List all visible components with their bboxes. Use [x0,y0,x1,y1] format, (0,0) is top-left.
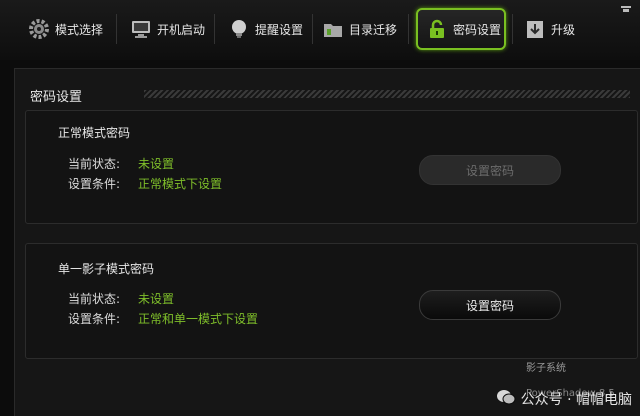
tab-reminder[interactable]: 提醒设置 [228,8,303,50]
tab-label: 提醒设置 [255,22,304,37]
lock-icon [426,18,448,40]
tab-label: 升级 [551,22,576,37]
tab-directory-migration[interactable]: 目录迁移 [322,8,397,50]
divider [312,14,313,44]
watermark: 公众号 · 帽帽电脑 [496,388,632,410]
divider [408,14,409,44]
gear-icon [28,18,50,40]
section-title: 密码设置 [30,90,83,105]
tab-label: 密码设置 [453,22,502,37]
tab-mode-select[interactable]: 模式选择 [28,8,103,50]
wechat-icon [496,388,516,410]
condition-value: 正常模式下设置 [138,177,223,191]
set-normal-password-button[interactable]: 设置密码 [419,155,561,185]
condition-value: 正常和单一模式下设置 [138,312,259,326]
tab-upgrade[interactable]: 升级 [524,8,575,50]
watermark-brand: 影子系统 [526,363,566,374]
watermark-text: 公众号 · 帽帽电脑 [520,392,632,408]
status-label: 当前状态: [68,292,121,306]
shadow-mode-title: 单一影子模式密码 [58,262,155,276]
tab-label: 开机启动 [157,22,206,37]
normal-mode-title: 正常模式密码 [58,126,131,140]
status-label: 当前状态: [68,157,121,171]
divider [116,14,117,44]
upgrade-icon [524,18,546,40]
condition-label: 设置条件: [68,177,121,191]
monitor-icon [130,18,152,40]
title-divider [144,90,630,98]
bulb-icon [228,18,250,40]
status-value: 未设置 [138,292,175,306]
divider [512,14,513,44]
divider [214,14,215,44]
tab-label: 目录迁移 [349,22,398,37]
tab-startup[interactable]: 开机启动 [130,8,205,50]
top-toolbar: 模式选择 开机启动 提醒设置 目录迁移 密码设置 升级 [0,0,640,60]
tab-label: 模式选择 [55,22,104,37]
condition-label: 设置条件: [68,312,121,326]
status-value: 未设置 [138,157,175,171]
tab-password-settings[interactable]: 密码设置 [416,8,506,50]
folder-icon [322,18,344,40]
set-shadow-password-button[interactable]: 设置密码 [419,290,561,320]
menu-icon[interactable] [620,2,632,12]
